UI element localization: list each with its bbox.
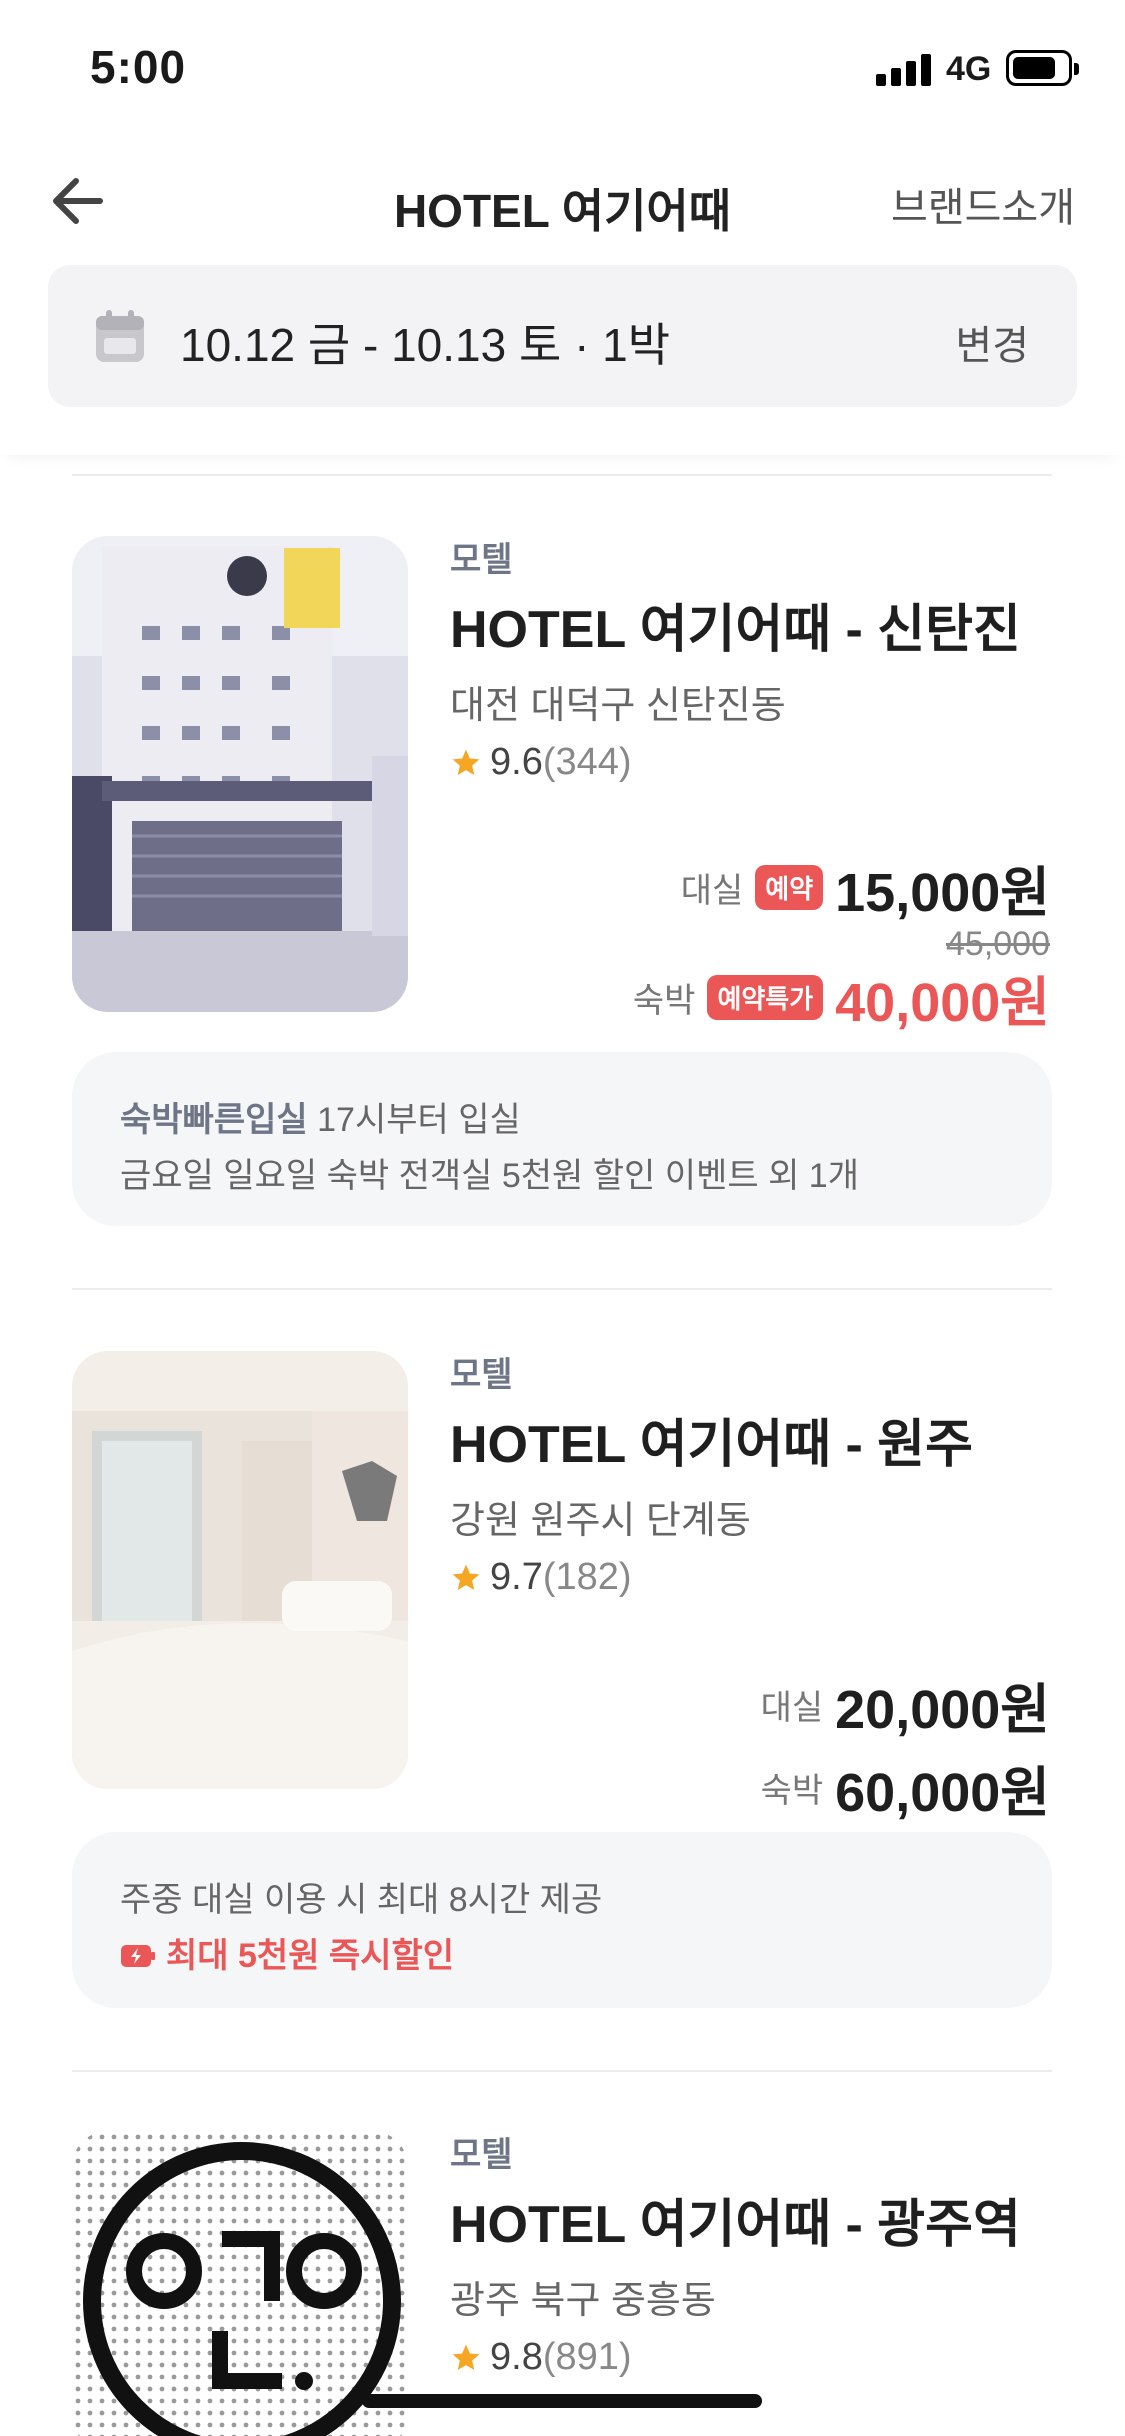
hotel-location: 강원 원주시 단계동 <box>450 1500 751 1542</box>
rating-score: 9.6 <box>490 741 543 783</box>
star-icon <box>452 2344 480 2370</box>
rating-score: 9.8 <box>490 2336 543 2378</box>
hotel-room-image <box>72 1351 408 1789</box>
stay-label: 숙박 <box>632 982 696 1020</box>
special-deal-badge: 예약특가 <box>707 975 824 1020</box>
rest-price-row: 대실 예약 15,000원 <box>633 848 1050 927</box>
review-count: (344) <box>542 741 632 783</box>
date-range-text: 10.12 금 - 10.13 토 · 1박 <box>180 319 671 371</box>
divider <box>72 474 1052 476</box>
stay-price-row: 숙박 예약특가 40,000원 <box>633 958 1050 1037</box>
calendar-icon <box>96 310 144 362</box>
notice-highlight: 숙박빠른입실 <box>120 1101 308 1139</box>
star-icon <box>452 749 480 775</box>
rating-score: 9.7 <box>490 1556 543 1598</box>
hotel-rating: 9.7 (182) <box>450 1556 1050 1599</box>
hotel-logo-image <box>72 2131 408 2436</box>
hotel-thumbnail <box>72 2131 408 2436</box>
network-label: 4G <box>946 50 992 88</box>
change-date-button[interactable]: 변경 <box>955 313 1029 371</box>
divider <box>72 2070 1052 2072</box>
brand-intro-link[interactable]: 브랜드소개 <box>891 175 1075 233</box>
price-block: 대실 20,000원 숙박 60,000원 <box>761 1665 1050 1827</box>
stay-price: 40,000원 <box>835 973 1050 1033</box>
hotel-info: 모텔 HOTEL 여기어때 - 신탄진 대전 대덕구 신탄진동 9.6 (344) <box>450 532 1050 784</box>
review-count: (891) <box>542 2336 632 2378</box>
rest-price-row: 대실 20,000원 <box>761 1665 1050 1744</box>
hotel-name: HOTEL 여기어때 - 신탄진 <box>450 601 1021 659</box>
date-bar-wrapper: 10.12 금 - 10.13 토 · 1박 변경 <box>0 265 1125 455</box>
home-indicator[interactable] <box>362 2394 762 2408</box>
rest-label: 대실 <box>760 1689 824 1727</box>
hotel-building-image <box>72 536 408 1012</box>
rest-label: 대실 <box>680 872 744 910</box>
date-selector[interactable]: 10.12 금 - 10.13 토 · 1박 변경 <box>48 265 1077 407</box>
review-count: (182) <box>542 1556 632 1598</box>
status-bar: 5:00 4G <box>0 0 1125 135</box>
notice-discount: 최대 5천원 즉시할인 <box>120 1928 1004 1984</box>
price-block: 대실 예약 15,000원 45,000 숙박 예약특가 40,000원 <box>633 848 1050 1037</box>
category-label: 모텔 <box>450 541 513 579</box>
lightning-icon <box>121 1945 155 1967</box>
divider <box>72 1288 1052 1290</box>
reservation-badge: 예약 <box>755 865 824 910</box>
status-time: 5:00 <box>90 41 187 93</box>
hotel-location: 광주 북구 중흥동 <box>450 2280 716 2322</box>
hotel-notice[interactable]: 주중 대실 이용 시 최대 8시간 제공 최대 5천원 즉시할인 <box>72 1832 1052 2008</box>
stay-label: 숙박 <box>760 1772 824 1810</box>
app-header: HOTEL 여기어때 브랜드소개 <box>0 135 1125 265</box>
stay-price-row: 숙박 60,000원 <box>761 1748 1050 1827</box>
signal-icon <box>876 54 932 86</box>
discount-text: 최대 5천원 즉시할인 <box>166 1937 455 1975</box>
notice-weekday: 주중 대실 이용 시 최대 8시간 제공 <box>120 1881 603 1919</box>
hotel-name: HOTEL 여기어때 - 광주역 <box>450 2196 1021 2254</box>
battery-icon <box>1006 50 1079 86</box>
star-icon <box>452 1564 480 1590</box>
hotel-info: 모텔 HOTEL 여기어때 - 원주 강원 원주시 단계동 9.7 (182) <box>450 1347 1050 1599</box>
hotel-thumbnail <box>72 1351 408 1789</box>
hotel-rating: 9.6 (344) <box>450 741 1050 784</box>
category-label: 모텔 <box>450 1356 513 1394</box>
notice-checkin: 숙박빠른입실 17시부터 입실 <box>120 1092 1004 1148</box>
hotel-thumbnail <box>72 536 408 1012</box>
hotel-rating: 9.8 (891) <box>450 2336 1050 2379</box>
hotel-location: 대전 대덕구 신탄진동 <box>450 685 786 727</box>
hotel-info: 모텔 HOTEL 여기어때 - 광주역 광주 북구 중흥동 9.8 (891) <box>450 2127 1050 2379</box>
stay-price: 60,000원 <box>835 1763 1050 1823</box>
rest-price: 15,000원 <box>835 863 1050 923</box>
notice-highlight-text: 17시부터 입실 <box>307 1101 521 1139</box>
notice-event: 금요일 일요일 숙박 전객실 5천원 할인 이벤트 외 1개 <box>120 1157 859 1195</box>
category-label: 모텔 <box>450 2136 513 2174</box>
hotel-name: HOTEL 여기어때 - 원주 <box>450 1416 973 1474</box>
rest-price: 20,000원 <box>835 1680 1050 1740</box>
hotel-notice[interactable]: 숙박빠른입실 17시부터 입실 금요일 일요일 숙박 전객실 5천원 할인 이벤… <box>72 1052 1052 1226</box>
